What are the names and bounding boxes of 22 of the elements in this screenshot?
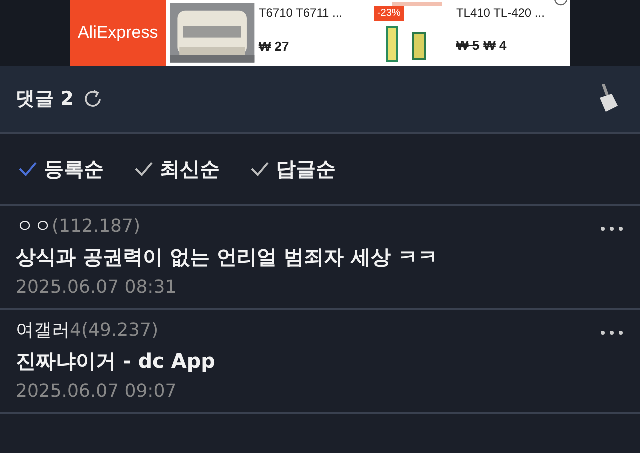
comment-date: 2025.06.07 09:07 xyxy=(16,381,178,402)
brand-logo: AliExpress xyxy=(70,0,166,66)
comment-ip: (112.187) xyxy=(52,216,140,237)
comments-title: 댓글 2 xyxy=(16,87,74,112)
discount-badge: -23% xyxy=(374,6,404,21)
comment-ip: 4(49.237) xyxy=(70,320,158,341)
product-price: ₩ 4 xyxy=(484,38,507,53)
product-title: TL410 TL-420 ... xyxy=(456,6,546,20)
comment-date: 2025.06.07 08:31 xyxy=(16,277,178,298)
old-price: ₩ 5 xyxy=(456,38,480,53)
ad-banner[interactable]: AliExpress T6710 T6711 ... ₩ 27 -23% TL410 TL-420 ... ₩ 5 ₩ 4 xyxy=(70,0,570,66)
comment-author: ㅇㅇ xyxy=(16,215,52,238)
product-title: T6710 T6711 ... xyxy=(258,6,344,20)
sort-tab[interactable]: 최신순 xyxy=(134,156,220,182)
sort-tab[interactable]: 등록순 xyxy=(18,156,104,182)
sort-tab[interactable]: 답글순 xyxy=(250,156,336,182)
comment-text: 상식과 공권력이 없는 언리얼 범죄자 세상 ㅋㅋ xyxy=(16,244,439,271)
more-icon[interactable] xyxy=(600,330,624,336)
comment-author: 여갤러 xyxy=(16,319,70,342)
comment-text: 진짜냐이거 - dc App xyxy=(16,348,216,375)
more-icon[interactable] xyxy=(600,226,624,232)
product-price: ₩ 27 xyxy=(258,39,290,54)
